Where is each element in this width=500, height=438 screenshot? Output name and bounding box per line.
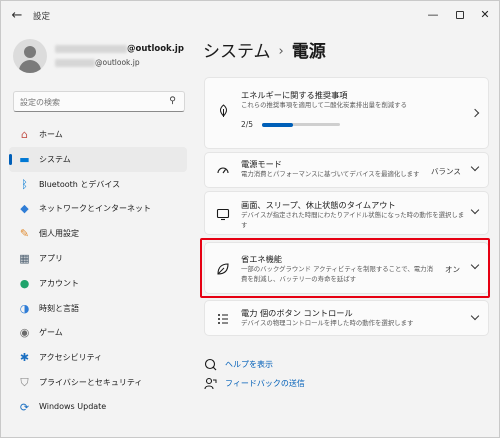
- screen-sleep-card[interactable]: 画面、スリープ、休止状態のタイムアウト デバイスが指定された時間にわたりアイドル…: [204, 191, 489, 235]
- sidebar-item[interactable]: ◑ 時刻と言語: [9, 296, 187, 321]
- chevron-down-icon[interactable]: [470, 311, 480, 322]
- chevron-down-icon[interactable]: [470, 205, 480, 216]
- breadcrumb-parent[interactable]: システム: [203, 42, 271, 62]
- search-box[interactable]: ⚲: [13, 91, 185, 112]
- account-sub: @outlook.jp: [55, 58, 140, 67]
- feedback-link[interactable]: フィードバックの送信: [225, 378, 305, 389]
- account-email: @outlook.jp: [55, 44, 184, 54]
- redacted-sub: [55, 59, 95, 67]
- sidebar-item-label: Bluetooth とデバイス: [39, 179, 121, 189]
- sidebar-nav: ⌂ ホーム ▬ システム ᛒ Bluetooth とデバイス ◆ ネットワークとインターネット…: [9, 122, 187, 420]
- account-email-suffix: @outlook.jp: [127, 44, 184, 54]
- shield-icon: ⛉: [20, 375, 29, 389]
- search-input[interactable]: [20, 95, 165, 109]
- accessibility-icon: ✱: [19, 351, 30, 365]
- highlight-frame: [200, 238, 490, 298]
- sidebar-item[interactable]: ◆ ネットワークとインターネット: [9, 196, 187, 221]
- sidebar-item-label: ゲーム: [39, 328, 63, 338]
- close-button[interactable]: ✕: [475, 6, 495, 24]
- power-mode-icon: [216, 164, 230, 181]
- card-title: 電力 個のボタン コントロール: [241, 308, 353, 318]
- progress-label: 2/5: [241, 120, 254, 129]
- card-description: デバイスの物理コントロールを押した時の動作を選択します: [241, 319, 414, 327]
- system-icon: ▬: [19, 152, 30, 166]
- sidebar-item[interactable]: ▬ システム: [9, 146, 187, 172]
- sidebar-item[interactable]: ⟳ Windows Update: [9, 395, 187, 420]
- sidebar-item[interactable]: ◉ ゲーム: [9, 320, 187, 345]
- power-button-card[interactable]: 電力 個のボタン コントロール デバイスの物理コントロールを押した時の動作を選択…: [204, 300, 489, 336]
- card-title: 画面、スリープ、休止状態のタイムアウト: [241, 200, 396, 210]
- chevron-down-icon[interactable]: [470, 162, 480, 173]
- account-icon: ●: [19, 276, 30, 290]
- time-language-icon: ◑: [19, 301, 30, 315]
- sidebar-item[interactable]: ✱ アクセシビリティ: [9, 345, 187, 370]
- sidebar-item-label: Windows Update: [39, 401, 107, 411]
- sidebar-item-label: 個人用設定: [39, 229, 79, 239]
- sidebar-item-label: システム: [39, 154, 71, 164]
- sidebar-item[interactable]: ▦ アプリ: [9, 246, 187, 271]
- feedback-icon: [203, 377, 217, 393]
- leaf-icon: [216, 104, 230, 121]
- help-link[interactable]: ヘルプを表示: [225, 359, 273, 370]
- sidebar-item-label: アクセシビリティ: [39, 353, 103, 363]
- account-sub-suffix: @outlook.jp: [95, 58, 140, 67]
- page-title: 電源: [291, 42, 326, 62]
- energy-recommendations-card[interactable]: エネルギーに関する推奨事項 これらの推奨事項を適用して二酸化炭素排出量を削減する…: [204, 77, 489, 149]
- card-description: これらの推奨事項を適用して二酸化炭素排出量を削減する: [241, 101, 407, 109]
- maximize-icon: [456, 11, 464, 19]
- redacted-name: [55, 44, 127, 53]
- wifi-icon: ◆: [20, 202, 29, 216]
- power-mode-card[interactable]: 電源モード 電力消費とパフォーマンスに基づいてデバイスを最適化します バランス: [204, 152, 489, 188]
- sidebar-item[interactable]: ⛉ プライバシーとセキュリティ: [9, 370, 187, 395]
- bluetooth-icon: ᛒ: [21, 177, 28, 191]
- sidebar-item-label: アプリ: [39, 253, 63, 263]
- home-icon: ⌂: [21, 128, 28, 141]
- sidebar-item[interactable]: ᛒ Bluetooth とデバイス: [9, 172, 187, 197]
- power-mode-value[interactable]: バランス: [431, 166, 461, 177]
- maximize-button[interactable]: [450, 6, 470, 24]
- windows-update-icon: ⟳: [19, 400, 30, 414]
- brush-icon: ✎: [19, 227, 30, 241]
- card-description: 電力消費とパフォーマンスに基づいてデバイスを最適化します: [241, 170, 420, 178]
- help-icon: [203, 358, 217, 374]
- avatar-head: [24, 46, 36, 58]
- avatar-body: [19, 60, 41, 73]
- screen-sleep-icon: [216, 207, 230, 224]
- back-arrow-icon[interactable]: ←: [9, 8, 25, 24]
- card-title: エネルギーに関する推奨事項: [241, 90, 348, 100]
- sidebar-item-label: プライバシーとセキュリティ: [39, 377, 143, 387]
- progress-bar: [262, 122, 340, 127]
- sidebar-item[interactable]: ✎ 個人用設定: [9, 221, 187, 246]
- sidebar-item-label: ネットワークとインターネット: [39, 204, 151, 214]
- avatar[interactable]: [13, 39, 47, 73]
- card-title: 電源モード: [241, 159, 282, 169]
- settings-window: ← 設定 — ✕ @outlook.jp @outlook.jp ⚲ ⌂ ホーム ▬…: [0, 0, 500, 438]
- search-icon[interactable]: ⚲: [167, 96, 178, 107]
- sidebar-item[interactable]: ● アカウント: [9, 271, 187, 296]
- apps-icon: ▦: [19, 251, 30, 265]
- app-title: 設定: [33, 12, 51, 22]
- card-description: デバイスが指定された時間にわたりアイドル状態になった時の動作を選択します: [241, 211, 465, 229]
- breadcrumb: システム › 電源: [203, 37, 326, 62]
- breadcrumb-separator: ›: [278, 44, 284, 59]
- chevron-right-icon: [470, 108, 480, 119]
- gaming-icon: ◉: [19, 326, 30, 340]
- sidebar-item[interactable]: ⌂ ホーム: [9, 122, 187, 147]
- progress-fill: [262, 122, 294, 127]
- sidebar-item-label: ホーム: [39, 130, 63, 139]
- power-button-icon: [216, 312, 230, 329]
- title-bar: ← 設定 — ✕: [1, 1, 499, 31]
- minimize-button[interactable]: —: [423, 6, 443, 24]
- sidebar-item-label: アカウント: [39, 278, 79, 288]
- sidebar-item-label: 時刻と言語: [39, 303, 79, 313]
